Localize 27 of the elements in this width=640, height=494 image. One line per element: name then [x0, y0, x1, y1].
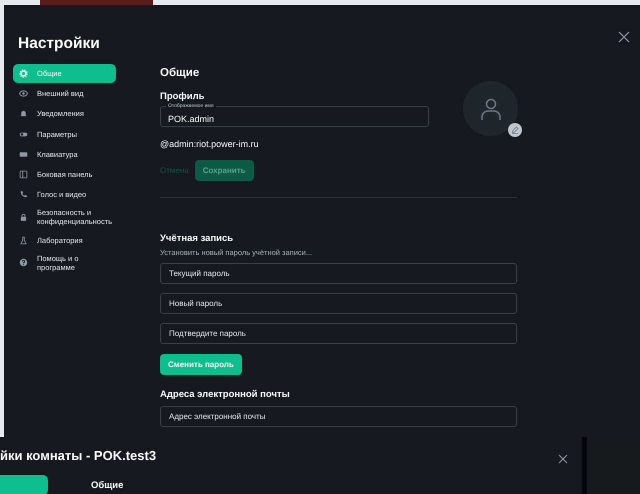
person-icon — [480, 96, 502, 120]
eye-icon — [19, 89, 28, 98]
phone-icon — [19, 190, 28, 200]
password-field[interactable]: Новый пароль — [160, 293, 517, 314]
password-field[interactable]: Подтвердите пароль — [160, 323, 517, 344]
user-id: @admin:riot.power-im.ru — [160, 139, 260, 149]
lock-icon — [19, 212, 28, 222]
section-heading: Общие — [91, 480, 124, 491]
keyboard-icon — [19, 150, 28, 159]
email-field[interactable]: Адрес электронной почты — [160, 406, 517, 427]
dialog-title: Настройки — [18, 35, 101, 53]
pencil-icon — [511, 126, 519, 134]
sidebar-icon — [19, 170, 28, 179]
gear-icon — [19, 69, 28, 78]
account-heading: Учётная запись — [160, 233, 234, 244]
password-field[interactable]: Текущий пароль — [160, 263, 517, 284]
edit-avatar-button[interactable] — [508, 123, 522, 137]
email-heading: Адреса электронной почты — [160, 389, 291, 400]
toggle-icon — [19, 130, 28, 139]
profile-heading: Профиль — [160, 91, 206, 102]
close-icon[interactable] — [618, 31, 630, 43]
flask-icon — [19, 236, 28, 244]
bell-icon — [19, 109, 28, 118]
dialog-title: йки комнаты - POK.test3 — [0, 448, 156, 463]
section-heading: Общие — [160, 67, 200, 79]
close-icon[interactable] — [558, 454, 568, 464]
help-icon — [19, 258, 28, 268]
